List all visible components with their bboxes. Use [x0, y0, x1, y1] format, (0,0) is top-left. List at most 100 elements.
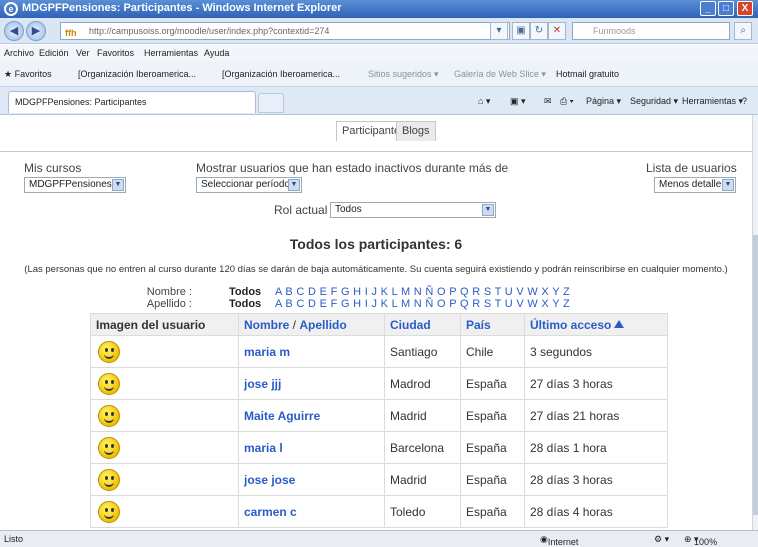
suggested-sites-link[interactable]: Sitios sugeridos ▾: [368, 69, 439, 80]
page-heading: Todos los participantes: 6: [289, 236, 463, 252]
chevron-down-icon: ▼: [482, 204, 494, 216]
compatibility-view-icon[interactable]: ▣: [512, 22, 530, 40]
user-country: España: [460, 495, 525, 528]
apellido-filter: Apellido : Todos A B C D E F G H I J K L…: [146, 298, 710, 310]
sort-by-pais[interactable]: País: [460, 313, 525, 336]
address-input[interactable]: ffh http://campusoiss.org/moodle/user/in…: [60, 22, 510, 40]
search-input[interactable]: Funmoods: [572, 22, 730, 40]
smiley-avatar-icon[interactable]: [98, 372, 120, 395]
favorite-link-1[interactable]: [Organización Iberoamerica...: [78, 69, 196, 79]
menu-edicion[interactable]: Edición: [39, 48, 69, 58]
apellido-filter-label: Apellido :: [146, 298, 192, 310]
rol-actual-select[interactable]: Todos ▼: [330, 202, 496, 218]
header-separator: /: [289, 317, 300, 332]
print-icon[interactable]: ⎙ ▾: [560, 96, 573, 107]
help-icon[interactable]: ?: [742, 96, 747, 106]
favorites-button[interactable]: ★ Favoritos: [4, 69, 52, 80]
apellido-todos[interactable]: Todos: [229, 298, 261, 310]
header-nombre-apellido: Nombre / Apellido: [238, 313, 385, 336]
vertical-scrollbar[interactable]: [752, 115, 758, 530]
forward-arrow-icon[interactable]: ▶: [26, 21, 46, 41]
user-city: Santiago: [384, 335, 461, 368]
window-title-bar: e MDGPFPensiones: Participantes - Window…: [0, 0, 758, 18]
menu-archivo[interactable]: Archivo: [4, 48, 34, 58]
mail-icon[interactable]: ✉: [544, 96, 552, 107]
sort-by-ultimo-acceso[interactable]: Último acceso: [524, 313, 668, 336]
smiley-avatar-icon[interactable]: [98, 468, 120, 491]
refresh-icon[interactable]: ↻: [530, 22, 548, 40]
tools-menu[interactable]: Herramientas ▾: [682, 96, 743, 107]
search-icon[interactable]: ⌕: [734, 22, 752, 40]
user-picture-cell: [90, 399, 239, 432]
new-tab-button[interactable]: [258, 93, 284, 113]
tab-blogs[interactable]: Blogs: [396, 121, 436, 141]
minimize-button[interactable]: _: [700, 1, 716, 16]
inactive-period-select[interactable]: Seleccionar período ▼: [196, 177, 302, 193]
user-name-link[interactable]: carmen c: [238, 495, 385, 528]
nombre-letters[interactable]: A B C D E F G H I J K L M N Ñ O P Q R S …: [275, 286, 570, 298]
chevron-down-icon: ▼: [112, 179, 124, 191]
table-row: jose jose Madrid España 28 días 3 horas: [90, 463, 668, 496]
table-row: jose jjj Madrod España 27 días 3 horas: [90, 367, 668, 400]
favorites-bar: ★ Favoritos [Organización Iberoamerica..…: [0, 61, 758, 87]
nombre-filter-label: Nombre :: [146, 286, 192, 298]
hotmail-link[interactable]: Hotmail gratuito: [556, 69, 619, 79]
user-last-access: 27 días 3 horas: [524, 367, 668, 400]
user-country: Chile: [460, 335, 525, 368]
table-row: Maite Aguirre Madrid España 27 días 21 hora…: [90, 399, 668, 432]
user-name-link[interactable]: maria m: [238, 335, 385, 368]
user-city: Madrid: [384, 399, 461, 432]
window-title: MDGPFPensiones: Participantes - Windows …: [22, 2, 342, 14]
zoom-level[interactable]: ⊕ 100% ▾: [684, 534, 717, 547]
smiley-avatar-icon[interactable]: [98, 404, 120, 427]
feeds-icon[interactable]: ▣ ▾: [510, 96, 526, 107]
internet-zone-icon: ◉ Internet: [540, 534, 579, 547]
scrollbar-thumb[interactable]: [753, 235, 758, 515]
dropdown-arrow-icon[interactable]: ▾: [490, 22, 508, 40]
user-name-link[interactable]: jose jose: [238, 463, 385, 496]
user-city: Madrid: [384, 463, 461, 496]
sort-by-ciudad[interactable]: Ciudad: [384, 313, 461, 336]
security-menu[interactable]: Seguridad ▾: [630, 96, 678, 107]
stop-icon[interactable]: ✕: [548, 22, 566, 40]
site-favicon-icon: ffh: [65, 28, 77, 38]
home-icon[interactable]: ⌂ ▾: [478, 96, 490, 107]
status-text: Listo: [4, 534, 24, 544]
tab-title: MDGPFPensiones: Participantes: [15, 97, 147, 107]
close-button[interactable]: X: [737, 1, 753, 16]
nombre-todos[interactable]: Todos: [229, 286, 261, 298]
browser-tab[interactable]: MDGPFPensiones: Participantes: [8, 91, 256, 113]
user-name-link[interactable]: Maite Aguirre: [238, 399, 385, 432]
user-name-link[interactable]: jose jjj: [238, 367, 385, 400]
apellido-letters[interactable]: A B C D E F G H I J K L M N Ñ O P Q R S …: [275, 298, 570, 310]
ultimo-acceso-label: Último acceso: [530, 317, 612, 332]
menu-bar: Archivo Edición Ver Favoritos Herramient…: [0, 45, 758, 61]
menu-herramientas[interactable]: Herramientas: [144, 48, 198, 58]
smiley-avatar-icon[interactable]: [98, 436, 120, 459]
protected-mode-icon[interactable]: ⚙ ▾: [654, 534, 669, 545]
ie-logo-icon: e: [4, 2, 18, 16]
tabs-divider: [0, 151, 752, 152]
menu-ver[interactable]: Ver: [76, 48, 90, 58]
user-country: España: [460, 367, 525, 400]
header-image: Imagen del usuario: [90, 313, 239, 336]
rol-actual-value: Todos: [335, 204, 362, 215]
sort-by-nombre[interactable]: Nombre: [244, 318, 289, 332]
lista-usuarios-select[interactable]: Menos detalle ▼: [654, 177, 736, 193]
back-arrow-icon[interactable]: ◀: [4, 21, 24, 41]
maximize-button[interactable]: □: [718, 1, 734, 16]
user-picture-cell: [90, 367, 239, 400]
sort-by-apellido[interactable]: Apellido: [299, 318, 346, 332]
smiley-avatar-icon[interactable]: [98, 500, 120, 523]
user-name-link[interactable]: maria l: [238, 431, 385, 464]
mis-cursos-select[interactable]: MDGPFPensiones ▼: [24, 177, 126, 193]
menu-favoritos[interactable]: Favoritos: [97, 48, 134, 58]
table-row: maria m Santiago Chile 3 segundos: [90, 335, 668, 368]
user-country: España: [460, 399, 525, 432]
web-slice-gallery-link[interactable]: Galería de Web Slice ▾: [454, 69, 546, 80]
user-last-access: 27 días 21 horas: [524, 399, 668, 432]
menu-ayuda[interactable]: Ayuda: [204, 48, 229, 58]
smiley-avatar-icon[interactable]: [98, 340, 120, 363]
page-menu[interactable]: Página ▾: [586, 96, 621, 107]
favorite-link-2[interactable]: [Organización Iberoamerica...: [222, 69, 340, 79]
